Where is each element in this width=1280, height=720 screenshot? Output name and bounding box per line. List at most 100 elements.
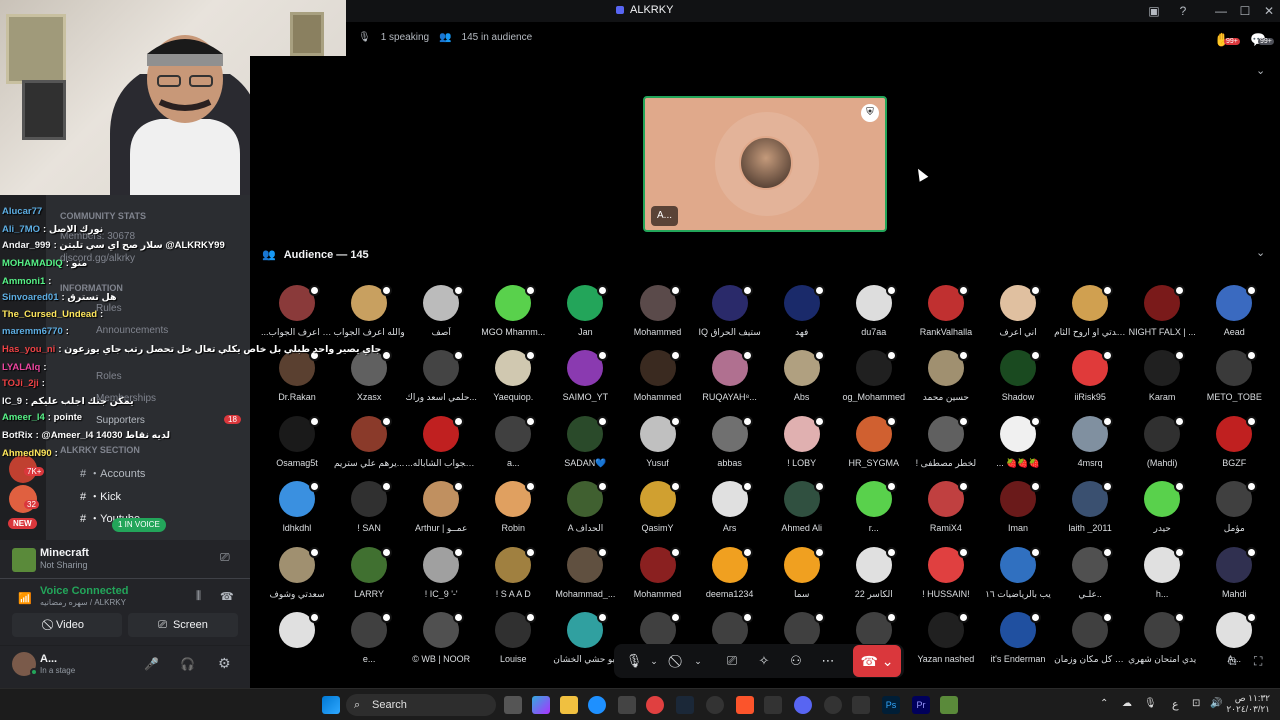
audience-member[interactable]: Yazan nashed: [910, 612, 982, 677]
audience-member[interactable]: Shadow: [982, 350, 1054, 415]
audience-member[interactable]: ﻳﺐ ﺑﺎﻟﺮﻳﺎﺿﻴﺎت ١٦: [982, 546, 1054, 612]
audience-member[interactable]: ...اﻗﺪ اﻋﺮف اﻟﺠﻮاب: [261, 285, 333, 350]
audience-member[interactable]: ! S A A D: [477, 546, 549, 612]
audience-member[interactable]: Mohammed: [622, 350, 694, 415]
audience-member[interactable]: Mahdi: [1198, 546, 1270, 612]
channel-kick[interactable]: # ・Kick: [80, 488, 121, 504]
audience-member[interactable]: QasimY: [622, 481, 694, 546]
audience-member[interactable]: ﻳﺪي اﻣﺘﺤﺎن ﺷﻬﺮي: [1126, 612, 1198, 677]
more-options-icon[interactable]: ⋯: [818, 652, 838, 670]
audience-member[interactable]: A اﻟﺤﺪاف: [549, 481, 621, 546]
help-icon[interactable]: ?: [1172, 2, 1194, 20]
audience-member[interactable]: Yaequiop.: [477, 350, 549, 415]
audience-member[interactable]: Iman: [982, 481, 1054, 546]
maximize-button[interactable]: ☐: [1234, 2, 1256, 20]
edge-icon[interactable]: [588, 696, 606, 714]
audience-member[interactable]: ﻋﻠـﻲ..: [1054, 546, 1126, 612]
section-alkrky[interactable]: ALKRKY SECTION: [60, 445, 140, 455]
audience-member[interactable]: du7aa: [838, 285, 910, 350]
audience-member[interactable]: Jan: [549, 285, 621, 350]
audience-member[interactable]: Robin: [477, 481, 549, 546]
audience-member[interactable]: © WB | NOOR: [405, 612, 477, 677]
settings-icon[interactable]: [824, 696, 842, 714]
audience-member[interactable]: [261, 612, 333, 677]
video-button[interactable]: ⃠ Video: [12, 613, 122, 637]
audience-member[interactable]: a...: [477, 415, 549, 481]
taskbar-search[interactable]: ⌕ Search: [346, 694, 496, 716]
audience-member[interactable]: آﺻﻒ: [405, 285, 477, 350]
invite-icon[interactable]: ⚇: [786, 652, 806, 670]
audience-member[interactable]: h...: [1126, 546, 1198, 612]
audience-member[interactable]: RUQAYAH⁸...: [694, 350, 766, 415]
audience-member[interactable]: MGO Mhamm...: [477, 285, 549, 350]
network-icon[interactable]: ⊡: [1192, 698, 1200, 709]
audience-member[interactable]: ! LOBY: [766, 415, 838, 481]
audience-member[interactable]: Yusuf: [622, 415, 694, 481]
audience-member[interactable]: deema1234: [694, 546, 766, 612]
onedrive-icon[interactable]: ☁: [1122, 698, 1132, 709]
audience-member[interactable]: ﺣﺴﻴﻦ ﻣﺤﻤﺪ: [910, 350, 982, 415]
volume-icon[interactable]: 🔊: [1210, 698, 1222, 709]
audience-member[interactable]: 4msrq: [1054, 415, 1126, 481]
audience-member[interactable]: RamiX4: [910, 481, 982, 546]
audience-member[interactable]: SAIMO_YT: [549, 350, 621, 415]
copilot-icon[interactable]: [532, 696, 550, 714]
audience-member[interactable]: e...: [333, 612, 405, 677]
audience-member[interactable]: Dr.Rakan: [261, 350, 333, 415]
start-button-icon[interactable]: [322, 696, 340, 714]
tray-chevron-icon[interactable]: ⌃: [1100, 698, 1108, 709]
audience-member[interactable]: NIGHT FALX | ...: [1126, 285, 1198, 350]
discord-icon[interactable]: [794, 696, 812, 714]
chrome-icon[interactable]: [646, 696, 664, 714]
audience-member[interactable]: Ars: [694, 481, 766, 546]
task-view-icon[interactable]: [504, 696, 522, 714]
audience-member[interactable]: ! SAN: [333, 481, 405, 546]
audience-member[interactable]: RankValhalla: [910, 285, 982, 350]
audience-member[interactable]: ﺣﻴﺪر: [1126, 481, 1198, 546]
audience-member[interactable]: r...: [838, 481, 910, 546]
audience-member[interactable]: Mohammed: [622, 285, 694, 350]
voice-channel[interactable]: ﺳﻬﺮه رﻣﻀﺎﻧﻴﻪ / ALKRKY: [40, 598, 126, 607]
app-icon[interactable]: [852, 696, 870, 714]
disconnect-icon[interactable]: ☎: [220, 590, 234, 603]
mic-options-chevron-icon[interactable]: ⌄: [644, 652, 664, 670]
file-explorer-icon[interactable]: [560, 696, 578, 714]
collapse-audience-icon[interactable]: ⌄: [1256, 246, 1265, 259]
audience-member[interactable]: abbas: [694, 415, 766, 481]
audience-member[interactable]: (Mahdi): [1126, 415, 1198, 481]
channel-roles[interactable]: Roles: [96, 371, 122, 382]
camera-off-icon[interactable]: ⃠: [668, 652, 688, 670]
audience-member[interactable]: METO_TOBE: [1198, 350, 1270, 415]
mic-icon[interactable]: 🎙: [624, 652, 644, 670]
audience-member[interactable]: Abs: [766, 350, 838, 415]
audience-member[interactable]: BGZF: [1198, 415, 1270, 481]
camera-options-chevron-icon[interactable]: ⌄: [688, 652, 708, 670]
channel-announcements[interactable]: Announcements: [96, 325, 168, 336]
audience-member[interactable]: ! IC_9 '-': [405, 546, 477, 612]
audience-member[interactable]: ﺻﺒﺢ ﺑﺆ ﻛﻞ ﻣﻜﺎن وزﻣﺎن: [1054, 612, 1126, 677]
photoshop-icon[interactable]: Ps: [882, 696, 900, 714]
in-voice-pill[interactable]: 1 IN VOICE: [112, 518, 166, 532]
audience-member[interactable]: Xzasx: [333, 350, 405, 415]
brave-icon[interactable]: [736, 696, 754, 714]
audience-member[interactable]: ! HUSSAIN!: [910, 546, 982, 612]
audience-member[interactable]: Mohammad_...: [549, 546, 621, 612]
headphones-icon[interactable]: 🎧: [180, 657, 195, 671]
channel-supporters[interactable]: Supporters: [96, 415, 145, 426]
microphone-icon[interactable]: 🎤: [144, 657, 159, 671]
audience-member[interactable]: HR_SYGMA: [838, 415, 910, 481]
inbox-icon[interactable]: ▣: [1143, 2, 1165, 20]
audience-member[interactable]: ﺳﻌﺪﺗﻲ وﺷﻮف: [261, 546, 333, 612]
minecraft-taskbar-icon[interactable]: [940, 696, 958, 714]
audience-member[interactable]: ...ف اﻟﺠﻮاب اﻟﺸﺎﺑﺎﻟﻪ: [405, 415, 477, 481]
audience-member[interactable]: واﻟﻠﻪ اﻋﺮف اﻟﺠﻮاب: [333, 285, 405, 350]
audience-member[interactable]: LARRY: [333, 546, 405, 612]
capcut-icon[interactable]: [764, 696, 782, 714]
audience-member[interactable]: IQ ﺳﺘﻴﻒ اﻟﺤﺮاق: [694, 285, 766, 350]
audience-member[interactable]: ! ﻟﺨﻄﺮ ﻣﺼﻄﻔﻰ: [910, 415, 982, 481]
clock[interactable]: ١١:٣٢ ص ٢٠٢٤/٠٣/٢١: [1226, 693, 1270, 715]
activities-icon[interactable]: ✧: [754, 652, 774, 670]
screen-share-icon[interactable]: ⎚: [722, 652, 742, 670]
collapse-speakers-icon[interactable]: ⌄: [1256, 64, 1265, 77]
language-indicator[interactable]: ع: [1172, 698, 1179, 711]
